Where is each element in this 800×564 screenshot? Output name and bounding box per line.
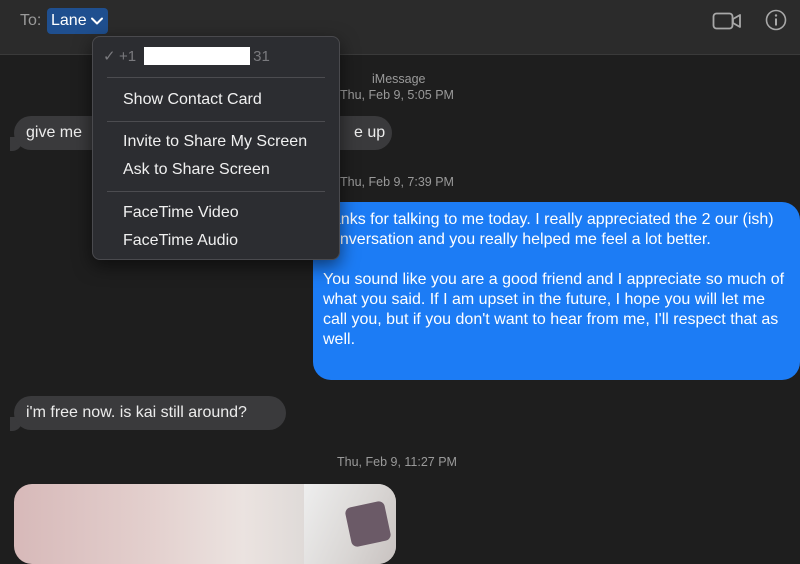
received-message[interactable]: i'm free now. is kai still around? — [14, 396, 286, 430]
menu-item-invite-share-screen[interactable]: Invite to Share My Screen — [123, 133, 307, 151]
menu-item-show-contact-card[interactable]: Show Contact Card — [123, 91, 262, 109]
message-text: e up — [354, 124, 386, 141]
sent-message[interactable]: hanks for talking to me today. I really … — [313, 202, 800, 380]
image-attachment[interactable] — [14, 484, 396, 564]
recipient-name: Lane — [51, 12, 87, 29]
chevron-down-icon — [90, 17, 103, 25]
message-text: i'm free now. is kai still around? — [26, 404, 247, 421]
menu-separator — [107, 191, 325, 192]
menu-separator — [107, 121, 325, 122]
info-icon[interactable] — [765, 9, 787, 31]
menu-item-facetime-audio[interactable]: FaceTime Audio — [123, 232, 238, 250]
timestamp: Thu, Feb 9, 11:27 PM — [337, 455, 457, 469]
message-text: hanks for talking to me today. I really … — [323, 211, 774, 248]
recipient-chip[interactable]: Lane — [47, 8, 108, 34]
menu-separator — [107, 77, 325, 78]
message-text: give me — [26, 124, 83, 141]
recipient-menu: ✓ +1 31 Show Contact Card Invite to Shar… — [92, 36, 340, 260]
timestamp: Thu, Feb 9, 5:05 PM — [340, 88, 454, 102]
photo-detail — [344, 500, 392, 548]
menu-item-ask-share-screen[interactable]: Ask to Share Screen — [123, 161, 270, 179]
phone-prefix: +1 — [119, 47, 137, 65]
phone-suffix: 31 — [253, 47, 270, 65]
checkmark-icon: ✓ — [103, 48, 116, 65]
timestamp: Thu, Feb 9, 7:39 PM — [340, 175, 454, 189]
to-label: To: — [20, 12, 42, 29]
redaction-box — [144, 47, 251, 65]
service-label: iMessage — [372, 72, 426, 86]
menu-item-facetime-video[interactable]: FaceTime Video — [123, 204, 239, 222]
phone-number-item[interactable]: ✓ +1 31 — [103, 47, 270, 65]
video-call-icon[interactable] — [712, 11, 742, 31]
message-text: You sound like you are a good friend and… — [323, 271, 785, 348]
